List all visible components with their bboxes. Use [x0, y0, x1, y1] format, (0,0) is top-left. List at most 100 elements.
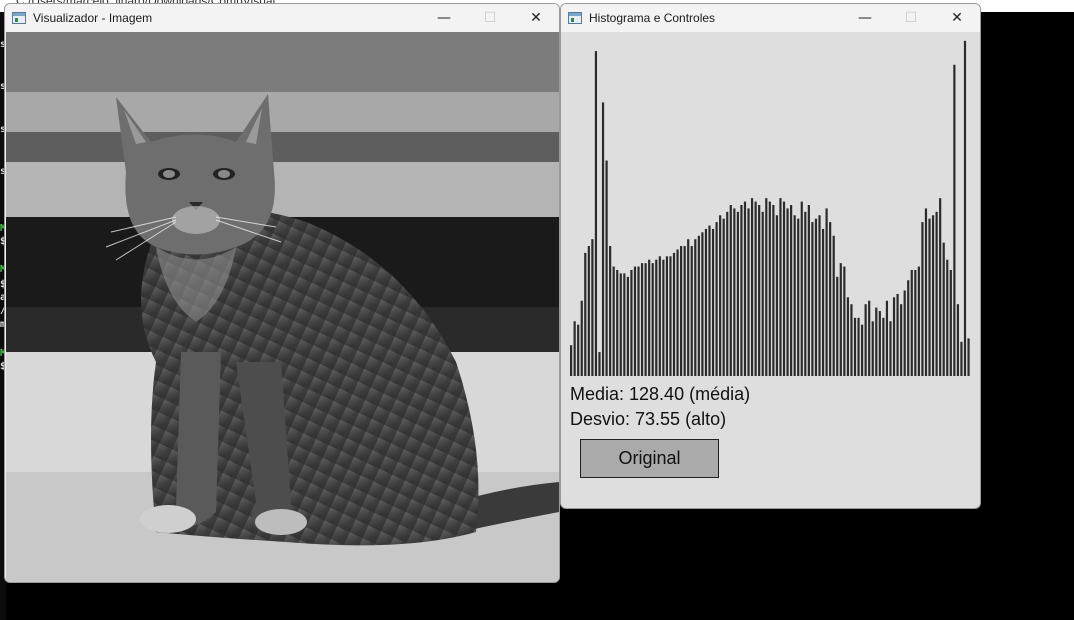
histogram-bar	[868, 300, 871, 376]
maximize-button[interactable]: ☐	[467, 4, 513, 32]
histogram-bar	[616, 269, 619, 376]
histogram-bar	[871, 321, 874, 376]
window-app-icon	[12, 12, 26, 24]
histogram-bar	[640, 263, 644, 376]
window-app-icon	[568, 12, 582, 24]
histogram-bar	[878, 311, 881, 376]
histogram-bar	[931, 215, 935, 376]
histogram-bar	[655, 259, 658, 376]
histogram-bar	[935, 211, 938, 376]
histogram-bar	[676, 249, 679, 376]
histogram-window[interactable]: Histograma e Controles — ☐ ✕ Media: 128.…	[560, 3, 981, 509]
histogram-bar	[846, 297, 849, 376]
histogram-bar	[921, 222, 924, 376]
histogram-bar	[779, 198, 782, 376]
histogram-bar	[701, 232, 704, 376]
histogram-bar	[630, 269, 633, 376]
histogram-bar	[843, 266, 846, 376]
histogram-window-titlebar[interactable]: Histograma e Controles — ☐ ✕	[561, 4, 980, 32]
histogram-bar	[687, 239, 690, 376]
histogram-bar	[882, 317, 885, 376]
histogram-bar	[939, 198, 942, 376]
histogram-bar	[612, 266, 615, 376]
histogram-bar	[768, 201, 771, 376]
histogram-bar	[754, 201, 757, 376]
histogram-bar	[772, 205, 775, 376]
histogram-bar	[793, 215, 796, 376]
image-window-titlebar[interactable]: Visualizador - Imagem — ☐ ✕	[5, 4, 559, 32]
histogram-bar	[711, 228, 715, 376]
histogram-bar	[967, 338, 970, 376]
image-viewer-window[interactable]: Visualizador - Imagem — ☐ ✕	[4, 3, 560, 583]
histogram-bar	[910, 269, 913, 376]
histogram-bar	[733, 208, 736, 376]
histogram-bar	[946, 259, 949, 376]
cat-photo	[6, 32, 559, 582]
histogram-bar	[917, 266, 920, 376]
histogram-bar	[587, 246, 590, 376]
histogram-bar	[765, 198, 768, 376]
close-button[interactable]: ✕	[934, 4, 980, 32]
histogram-bar	[619, 273, 622, 376]
histogram-bar	[797, 218, 800, 376]
histogram-bar	[573, 321, 576, 376]
histogram-bar	[860, 324, 864, 376]
histogram-bar	[669, 256, 672, 376]
histogram-bar	[949, 269, 952, 376]
histogram-bar	[761, 211, 764, 376]
histogram-bar	[644, 263, 647, 376]
histogram-bar	[715, 222, 718, 376]
histogram-bar	[903, 290, 906, 376]
minimize-button[interactable]: —	[421, 4, 467, 32]
histogram-bar	[704, 228, 708, 376]
histogram-bar	[697, 235, 700, 376]
histogram-bar	[829, 222, 832, 376]
histogram-bar	[719, 215, 722, 376]
histogram-bar	[782, 201, 786, 376]
histogram-bar	[790, 205, 793, 376]
histogram-bar	[800, 201, 803, 376]
histogram-bar	[839, 263, 842, 376]
histogram-bar	[598, 352, 601, 376]
image-window-title: Visualizador - Imagem	[33, 11, 153, 25]
original-button[interactable]: Original	[580, 439, 719, 478]
histogram-bar	[857, 317, 860, 376]
histogram-bar	[637, 266, 640, 376]
histogram-bar	[605, 160, 608, 376]
histogram-bar	[928, 218, 931, 376]
histogram-bar	[875, 307, 878, 376]
histogram-bar	[609, 246, 612, 376]
histogram-bar	[807, 205, 810, 376]
histogram-bar	[708, 225, 711, 376]
histogram-bar	[750, 198, 754, 376]
minimize-button[interactable]: —	[842, 4, 888, 32]
histogram-bar	[680, 246, 683, 376]
histogram-bar	[953, 64, 956, 376]
maximize-button[interactable]: ☐	[888, 4, 934, 32]
histogram-bar	[811, 222, 814, 376]
histogram-bar	[601, 102, 605, 376]
histogram-bar	[580, 300, 583, 376]
histogram-bar	[626, 276, 629, 376]
histogram-bar	[914, 269, 917, 376]
histogram-bar	[623, 273, 626, 376]
histogram-bar	[665, 256, 669, 376]
histogram-chart	[570, 40, 970, 376]
histogram-bar	[690, 246, 693, 376]
histogram-bar	[818, 215, 821, 376]
histogram-bar	[672, 252, 676, 376]
histogram-bar	[740, 205, 743, 376]
histogram-bar	[651, 263, 654, 376]
histogram-bar	[648, 259, 651, 376]
histogram-bar	[804, 211, 807, 376]
close-button[interactable]: ✕	[513, 4, 559, 32]
histogram-bar	[836, 276, 839, 376]
histogram-bar	[758, 205, 761, 376]
histogram-bar	[594, 51, 598, 376]
histogram-bar	[633, 266, 637, 376]
histogram-bar	[775, 215, 779, 376]
histogram-bar	[942, 242, 945, 376]
histogram-bar	[885, 300, 889, 376]
histogram-bar	[729, 205, 732, 376]
histogram-window-title: Histograma e Controles	[589, 11, 716, 25]
